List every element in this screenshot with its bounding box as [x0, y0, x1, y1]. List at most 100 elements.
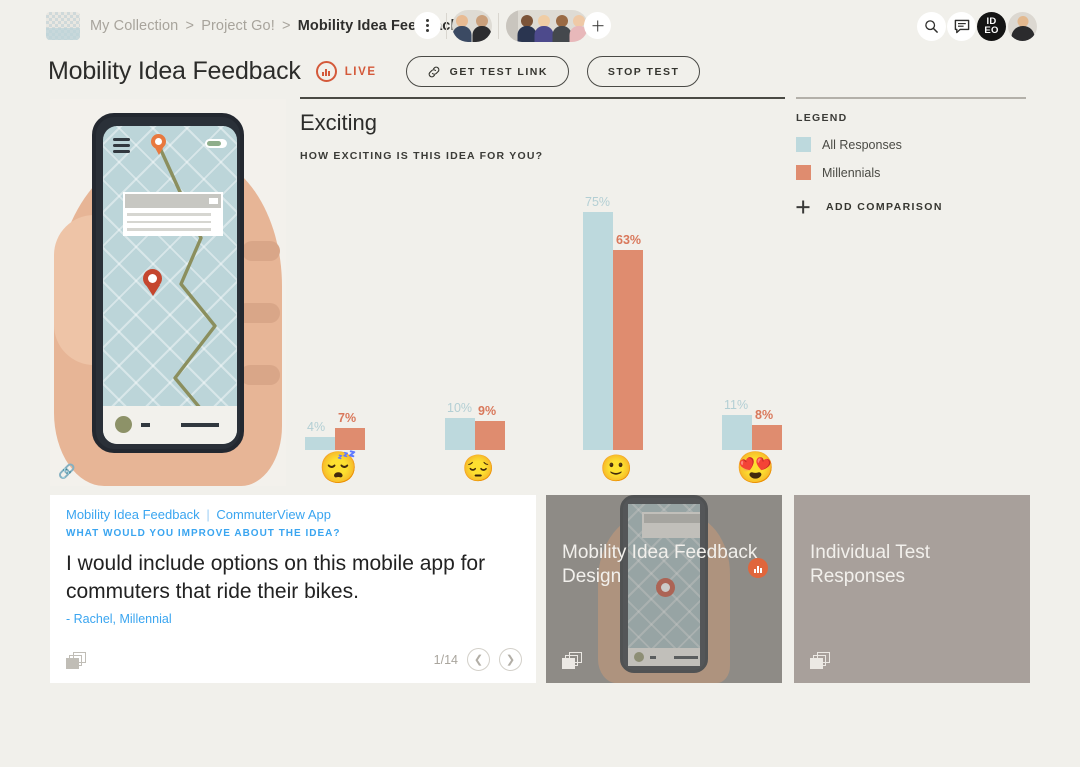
- concept-image[interactable]: 🔗: [50, 99, 286, 486]
- avatar-overflow: [506, 10, 519, 42]
- bar-value-label: 10%: [447, 401, 473, 416]
- bar-chart-badge-icon: [748, 558, 768, 578]
- breadcrumb-separator: >: [281, 18, 291, 34]
- avatar: [534, 10, 554, 42]
- bar-value-label: 11%: [724, 398, 749, 413]
- add-comparison-button[interactable]: ADD COMPARISON: [796, 200, 1028, 214]
- plus-icon: [796, 200, 810, 214]
- bar-chart: 4% 7% 10% 9% 75% 63% 11% 8%: [300, 194, 786, 450]
- prev-response-button[interactable]: ❮: [467, 648, 490, 671]
- bar-group: 4% 7%: [305, 196, 385, 450]
- user-avatar[interactable]: [1008, 12, 1037, 41]
- page-title: Mobility Idea Feedback: [48, 57, 301, 85]
- next-response-button[interactable]: ❯: [499, 648, 522, 671]
- bar-millennials[interactable]: [475, 421, 505, 450]
- chart-subtitle: HOW EXCITING IS THIS IDEA FOR YOU?: [300, 150, 544, 162]
- page-header: Mobility Idea Feedback LIVE GET TEST LIN…: [48, 56, 701, 87]
- stop-test-button[interactable]: STOP TEST: [586, 56, 701, 87]
- hamburger-menu-icon: [113, 138, 130, 156]
- legend-label: Millennials: [822, 165, 881, 180]
- phone-navbar: [103, 406, 237, 444]
- get-test-link-button[interactable]: GET TEST LINK: [405, 56, 569, 87]
- phone-illustration: [92, 113, 244, 453]
- legend-swatch: [796, 165, 811, 180]
- top-bar: My Collection > Project Go! > Mobility I…: [0, 0, 1080, 54]
- response-quote-card[interactable]: Mobility Idea Feedback | CommuterView Ap…: [50, 495, 536, 683]
- card-stack-icon[interactable]: [66, 652, 86, 669]
- legend-swatch: [796, 137, 811, 152]
- add-comparison-label: ADD COMPARISON: [826, 201, 943, 213]
- vertical-dots-icon[interactable]: [414, 12, 441, 39]
- ideo-logo-line2: EO: [984, 24, 999, 36]
- bar-millennials[interactable]: [613, 249, 643, 450]
- chart-category-axis: 😴 😔 🙂 😍: [300, 450, 786, 497]
- tile-title: Individual Test Responses: [810, 542, 931, 587]
- quote-source: Mobility Idea Feedback | CommuterView Ap…: [66, 507, 331, 522]
- bar-value-label: 9%: [478, 404, 497, 419]
- link-icon: [428, 66, 439, 77]
- tile-thumbnail: [598, 495, 730, 683]
- quote-attribution: - Rachel, Millennial: [66, 612, 172, 626]
- bar-all-responses[interactable]: [305, 437, 335, 450]
- divider: [498, 13, 499, 39]
- live-label: LIVE: [344, 65, 377, 78]
- bar-value-label: 8%: [755, 407, 774, 422]
- search-icon[interactable]: [917, 12, 946, 41]
- map-pin-destination: [143, 269, 162, 296]
- bar-value-label: 7%: [338, 410, 357, 425]
- quote-source-test[interactable]: Mobility Idea Feedback: [66, 507, 200, 522]
- quote-source-separator: |: [206, 507, 210, 522]
- battery-icon: [205, 139, 227, 148]
- app-logo[interactable]: [46, 12, 80, 40]
- add-member-button[interactable]: [584, 12, 611, 39]
- legend-title: LEGEND: [796, 112, 848, 124]
- bar-group: 11% 8%: [722, 196, 802, 450]
- avatar-group-owners[interactable]: [452, 10, 492, 42]
- breadcrumb-item-collection[interactable]: My Collection: [90, 18, 178, 34]
- avatar: [517, 10, 537, 42]
- live-status: LIVE: [315, 61, 377, 82]
- bar-value-label: 75%: [585, 194, 611, 209]
- map-route: [158, 146, 217, 428]
- bar-millennials[interactable]: [335, 427, 365, 450]
- avatar: [472, 10, 492, 42]
- bar-all-responses[interactable]: [445, 418, 475, 450]
- chart-top-rule: [300, 97, 785, 99]
- link-icon[interactable]: 🔗: [58, 463, 75, 480]
- category-emoji-pensive-face: 😔: [462, 453, 495, 483]
- tile-design[interactable]: Mobility Idea Feedback Design: [546, 495, 782, 683]
- divider: [446, 13, 447, 39]
- category-emoji-slightly-smiling-face: 🙂: [600, 453, 633, 483]
- legend: LEGEND All Responses Millennials ADD COM…: [796, 112, 1028, 214]
- pager-count: 1/14: [433, 652, 458, 667]
- breadcrumb: My Collection > Project Go! > Mobility I…: [90, 18, 459, 34]
- avatar: [552, 10, 572, 42]
- avatar: [452, 10, 472, 42]
- bar-group: 75% 63%: [583, 194, 663, 450]
- tile-title: Mobility Idea Feedback Design: [562, 542, 758, 587]
- quote-source-app[interactable]: CommuterView App: [216, 507, 331, 522]
- tile-individual-responses[interactable]: Individual Test Responses: [794, 495, 1030, 683]
- breadcrumb-item-project[interactable]: Project Go!: [201, 18, 275, 34]
- card-stack-icon[interactable]: [810, 652, 830, 669]
- bar-group: 10% 9%: [445, 196, 525, 450]
- card-stack-icon[interactable]: [562, 652, 582, 669]
- quote-pager: 1/14 ❮ ❯: [434, 648, 522, 671]
- bar-value-label: 63%: [616, 232, 642, 247]
- breadcrumb-separator: >: [185, 18, 195, 34]
- live-indicator-icon: [315, 61, 337, 82]
- quote-question: WHAT WOULD YOU IMPROVE ABOUT THE IDEA?: [66, 528, 341, 539]
- stop-test-label: STOP TEST: [607, 65, 680, 78]
- category-emoji-smiling-face-with-heart-eyes: 😍: [736, 450, 775, 485]
- map-pin-origin: [151, 134, 166, 155]
- bar-millennials[interactable]: [752, 424, 782, 450]
- ideo-logo[interactable]: ID EO: [977, 12, 1006, 41]
- avatar-group-collaborators[interactable]: [506, 10, 588, 42]
- bar-all-responses[interactable]: [722, 415, 752, 450]
- bar-all-responses[interactable]: [583, 211, 613, 450]
- chart-title: Exciting: [300, 110, 378, 135]
- legend-item-all-responses[interactable]: All Responses: [796, 137, 1028, 152]
- legend-item-millennials[interactable]: Millennials: [796, 165, 1028, 180]
- chat-icon[interactable]: [947, 12, 976, 41]
- bar-value-label: 4%: [307, 420, 326, 435]
